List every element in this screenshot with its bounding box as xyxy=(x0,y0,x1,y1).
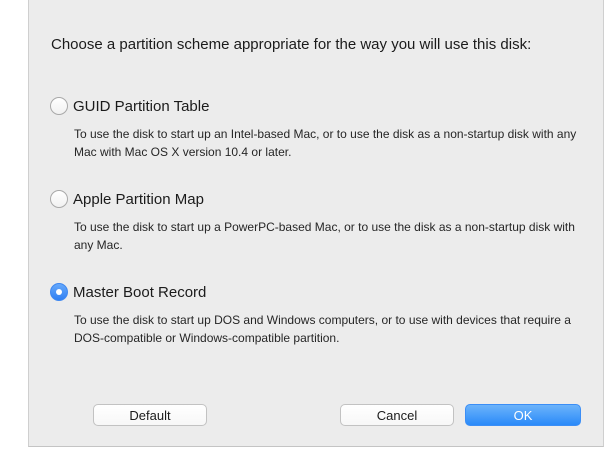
radio-button-guid[interactable] xyxy=(50,97,68,115)
radio-button-mbr-selected[interactable] xyxy=(50,283,68,301)
option-row[interactable]: GUID Partition Table xyxy=(50,95,590,117)
ok-button[interactable]: OK xyxy=(465,404,581,426)
option-label[interactable]: GUID Partition Table xyxy=(73,98,209,115)
option-description: To use the disk to start up a PowerPC-ba… xyxy=(74,220,575,252)
option-row[interactable]: Apple Partition Map xyxy=(50,188,590,210)
option-guid-partition-table[interactable]: GUID Partition Table To use the disk to … xyxy=(50,95,590,161)
radio-button-apm[interactable] xyxy=(50,190,68,208)
option-master-boot-record[interactable]: Master Boot Record To use the disk to st… xyxy=(50,281,590,347)
option-row[interactable]: Master Boot Record xyxy=(50,281,590,303)
prompt-text: Choose a partition scheme appropriate fo… xyxy=(51,36,532,53)
option-label[interactable]: Master Boot Record xyxy=(73,284,206,301)
default-button[interactable]: Default xyxy=(93,404,207,426)
partition-scheme-sheet: Choose a partition scheme appropriate fo… xyxy=(28,0,604,447)
option-description: To use the disk to start up an Intel-bas… xyxy=(74,127,577,159)
cancel-button[interactable]: Cancel xyxy=(340,404,454,426)
option-label[interactable]: Apple Partition Map xyxy=(73,191,204,208)
option-apple-partition-map[interactable]: Apple Partition Map To use the disk to s… xyxy=(50,188,590,254)
option-description: To use the disk to start up DOS and Wind… xyxy=(74,313,571,345)
